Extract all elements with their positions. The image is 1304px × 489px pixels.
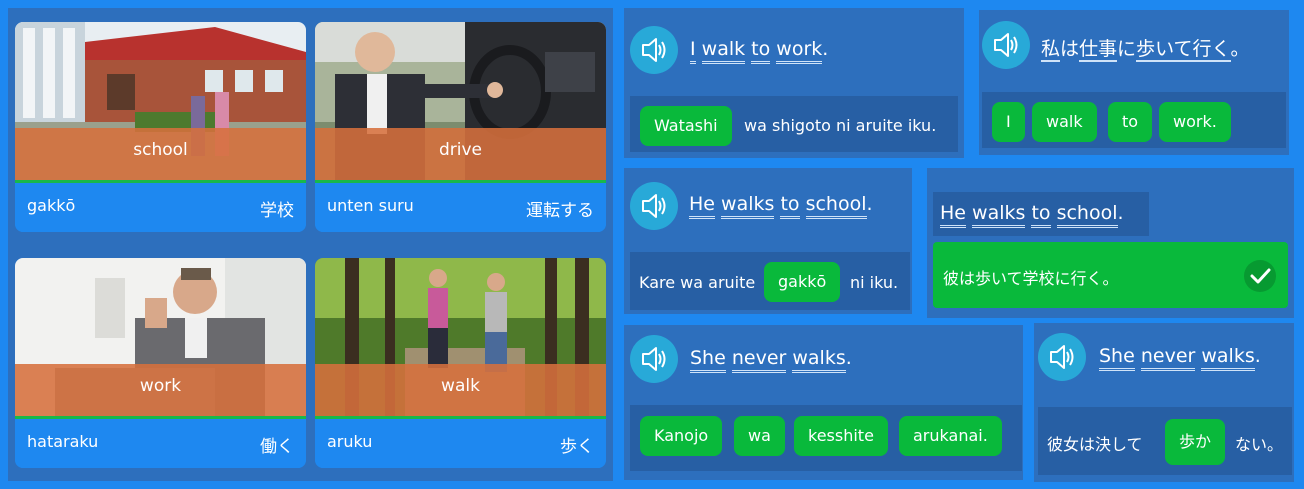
answer-strip: Kanojo wa kesshite arukanai. [630, 405, 1022, 471]
speaker-button[interactable] [630, 26, 678, 74]
sentence-word[interactable]: He [940, 202, 966, 228]
sentence-word[interactable]: I [690, 38, 696, 64]
exercise-panel-3: He walks to school. Kare wa aruite gakkō… [624, 168, 912, 314]
sentence-word[interactable]: 仕事 [1079, 38, 1118, 62]
word-chip[interactable]: Kanojo [640, 416, 723, 456]
checkmark-icon [1244, 260, 1276, 292]
speaker-button[interactable] [630, 335, 678, 383]
sentence-punctuation: . [845, 347, 852, 369]
sentence-punctuation: . [1117, 202, 1124, 224]
sentence-punctuation: . [1254, 345, 1261, 367]
sentence-word[interactable]: to [1031, 202, 1051, 228]
sentence-punctuation: 。 [1230, 38, 1250, 60]
word-chip[interactable]: arukanai. [899, 416, 1002, 456]
word-chip[interactable]: work. [1159, 102, 1231, 142]
sentence-word[interactable]: never [731, 347, 787, 373]
word-chip[interactable]: I [992, 102, 1025, 142]
correct-answer-bar[interactable]: 彼は歩いて学校に行く。 [933, 242, 1288, 308]
exercise-panel-1: I walk to work. Watashi wa shigoto ni ar… [624, 8, 964, 158]
japanese-answer: 彼は歩いて学校に行く。 [943, 269, 1119, 288]
romaji-rest: wa shigoto ni aruite iku. [744, 116, 937, 135]
sentence-word[interactable]: He [689, 193, 715, 219]
japanese-after: ない。 [1235, 435, 1284, 454]
sentence-word[interactable]: to [780, 193, 800, 219]
japanese-before: 彼女は決して [1047, 435, 1143, 454]
word-chip[interactable]: kesshite [794, 416, 888, 456]
english-sentence: He walks to school. [940, 202, 1124, 228]
vocab-japanese: 歩く [560, 437, 594, 457]
speaker-icon [642, 38, 666, 62]
word-chip[interactable]: gakkō [764, 262, 841, 302]
sentence-word[interactable]: school [805, 193, 867, 219]
vocab-card-drive[interactable]: drive unten suru 運転する [315, 22, 606, 232]
vocab-japanese: 運転する [526, 201, 594, 221]
sentence-word[interactable]: walks [972, 202, 1026, 228]
sentence-box: He walks to school. [933, 192, 1149, 236]
vocab-english: walk [441, 376, 480, 396]
word-chip[interactable]: walk [1032, 102, 1097, 142]
vocab-english: work [139, 376, 182, 396]
sentence-word[interactable]: She [1099, 345, 1135, 371]
sentence-word[interactable]: 私 [1041, 38, 1061, 62]
speaker-icon [1050, 345, 1074, 369]
vocab-romaji: aruku [327, 432, 373, 451]
sentence-word[interactable]: She [690, 347, 726, 373]
word-chip[interactable]: 歩か [1165, 419, 1226, 465]
vocab-romaji: unten suru [327, 196, 414, 215]
speaker-button[interactable] [630, 182, 678, 230]
sentence-word[interactable]: 歩いて [1136, 38, 1193, 62]
sentence-word[interactable]: to [751, 38, 771, 64]
speaker-button[interactable] [1038, 333, 1086, 381]
speaker-icon [642, 194, 666, 218]
sentence-word[interactable]: never [1140, 345, 1196, 371]
sentence-word[interactable]: 行く [1192, 38, 1231, 62]
vocab-card-walk[interactable]: walk aruku 歩く [315, 258, 606, 468]
vocab-english: school [133, 140, 188, 160]
word-chip[interactable]: Watashi [640, 106, 732, 146]
english-sentence: I walk to work. [690, 38, 829, 64]
sentence-word[interactable]: school [1056, 202, 1118, 228]
answer-strip: Watashi wa shigoto ni aruite iku. [630, 96, 958, 152]
exercise-panel-2: 私は仕事に歩いて行く。 I walk to work. [979, 10, 1289, 155]
sentence-punctuation: . [866, 193, 873, 215]
sentence-word[interactable]: walks [721, 193, 775, 219]
answer-strip: Kare wa aruite gakkō ni iku. [630, 252, 910, 310]
english-sentence: He walks to school. [689, 193, 873, 219]
vocab-romaji: hataraku [27, 432, 99, 451]
exercise-panel-4: He walks to school. 彼は歩いて学校に行く。 [927, 168, 1294, 318]
romaji-before: Kare wa aruite [639, 273, 756, 292]
vocab-card-work[interactable]: work hataraku 働く [15, 258, 306, 468]
exercise-panel-5: She never walks. Kanojo wa kesshite aruk… [624, 325, 1023, 480]
answer-strip: 彼女は決して 歩か ない。 [1038, 407, 1292, 475]
sentence-punctuation: . [822, 38, 829, 60]
speaker-button[interactable] [982, 21, 1030, 69]
vocab-english: drive [438, 140, 483, 160]
english-sentence: She never walks. [1099, 345, 1261, 371]
vocab-japanese: 学校 [260, 201, 294, 221]
speaker-icon [994, 33, 1018, 57]
romaji-after: ni iku. [850, 273, 899, 292]
sentence-word[interactable]: work [776, 38, 823, 64]
english-sentence: She never walks. [690, 347, 852, 373]
japanese-sentence: 私は仕事に歩いて行く。 [1041, 34, 1250, 62]
speaker-icon [642, 347, 666, 371]
sentence-particle: に [1117, 38, 1137, 60]
exercise-panel-6: She never walks. 彼女は決して 歩か ない。 [1034, 323, 1294, 482]
vocabulary-panel: school gakkō 学校 drive unten suru 運転する wo… [8, 8, 613, 481]
sentence-word[interactable]: walks [792, 347, 846, 373]
sentence-word[interactable]: walk [701, 38, 746, 64]
sentence-word[interactable]: walks [1201, 345, 1255, 371]
vocab-japanese: 働く [260, 437, 294, 457]
word-chip[interactable]: to [1108, 102, 1153, 142]
vocab-card-school[interactable]: school gakkō 学校 [15, 22, 306, 232]
word-chip[interactable]: wa [734, 416, 785, 456]
vocab-romaji: gakkō [27, 196, 76, 215]
answer-strip: I walk to work. [982, 92, 1286, 148]
sentence-particle: は [1060, 38, 1080, 60]
